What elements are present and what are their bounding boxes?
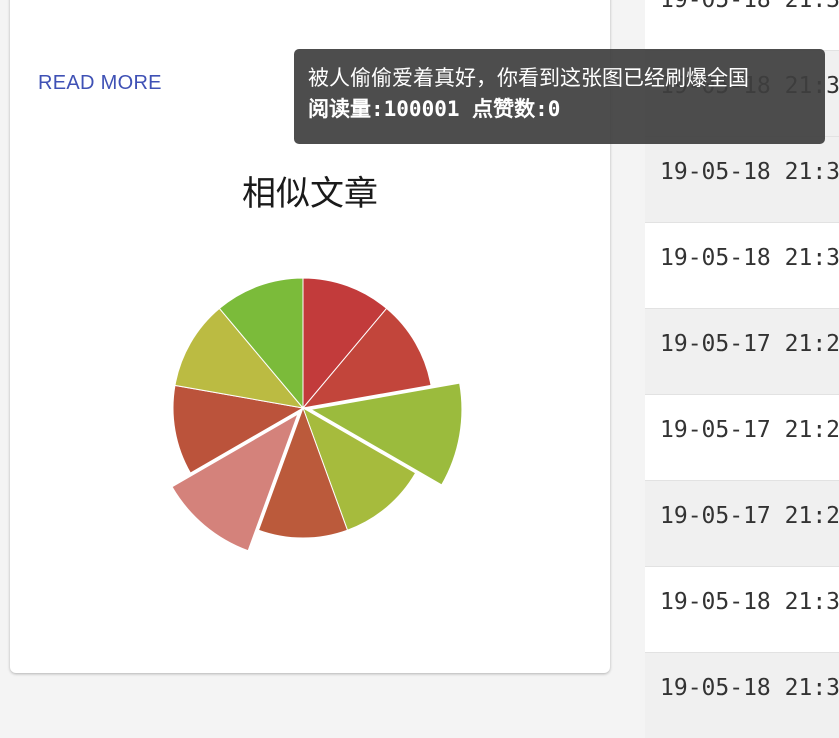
- list-item[interactable]: 19-05-17 21:2: [645, 394, 839, 480]
- list-item[interactable]: 19-05-18 21:3: [645, 136, 839, 222]
- list-item[interactable]: 19-05-18 21:3: [645, 0, 839, 50]
- list-item-date: 19-05-17 21:2: [660, 503, 839, 529]
- list-item-date: 19-05-18 21:3: [660, 0, 839, 13]
- tooltip-title: 被人偷偷爱着真好，你看到这张图已经刷爆全国: [308, 66, 749, 90]
- chart-tooltip: 被人偷偷爱着真好，你看到这张图已经刷爆全国 阅读量:100001 点赞数:0: [294, 49, 825, 144]
- list-item[interactable]: 19-05-17 21:2: [645, 480, 839, 566]
- list-item-date: 19-05-18 21:3: [660, 589, 839, 615]
- tooltip-stats: 阅读量:100001 点赞数:0: [308, 97, 561, 121]
- list-item[interactable]: 19-05-18 21:3: [645, 652, 839, 738]
- list-item-date: 19-05-17 21:2: [660, 417, 839, 443]
- list-item[interactable]: 19-05-17 21:2: [645, 308, 839, 394]
- list-item-date: 19-05-18 21:3: [660, 245, 839, 271]
- list-item-date: 19-05-18 21:3: [660, 159, 839, 185]
- list-item[interactable]: 19-05-18 21:3: [645, 222, 839, 308]
- list-item[interactable]: 19-05-18 21:3: [645, 566, 839, 652]
- list-item-date: 19-05-17 21:2: [660, 331, 839, 357]
